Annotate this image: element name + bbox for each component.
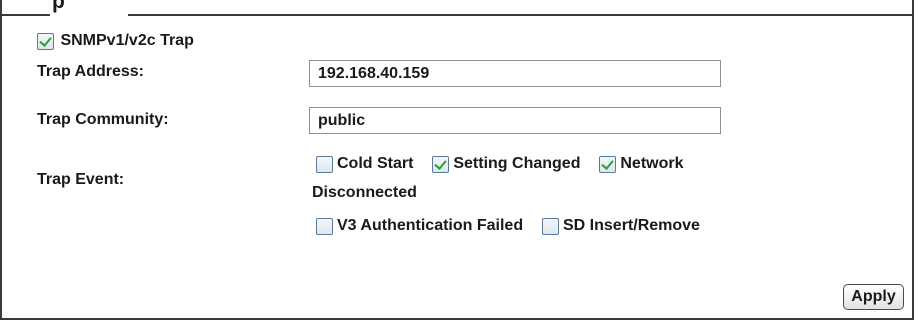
trap-address-label: Trap Address: <box>37 63 144 80</box>
sd-insert-remove-label: SD Insert/Remove <box>563 217 700 234</box>
event-network-disconnected[interactable]: Network <box>599 155 684 173</box>
trap-community-label: Trap Community: <box>37 111 169 128</box>
cold-start-checkbox[interactable] <box>316 155 333 173</box>
setting-changed-label: Setting Changed <box>453 155 581 172</box>
network-label: Network <box>620 155 684 172</box>
section-title-fragment: p <box>52 0 76 13</box>
apply-button[interactable]: Apply <box>843 284 904 310</box>
setting-changed-checkbox[interactable] <box>432 155 450 173</box>
panel-top-border <box>0 14 914 16</box>
trap-event-label: Trap Event: <box>37 171 125 188</box>
v3-auth-failed-checkbox[interactable] <box>316 217 333 235</box>
network-disconnected-checkbox[interactable] <box>599 155 617 173</box>
cold-start-label: Cold Start <box>337 155 414 172</box>
sd-insert-remove-checkbox[interactable] <box>542 217 559 235</box>
snmp-trap-label: SNMPv1/v2c Trap <box>60 32 194 49</box>
snmp-trap-checkbox-row[interactable]: SNMPv1/v2c Trap <box>37 31 194 51</box>
disconnected-label: Disconnected <box>312 184 417 201</box>
trap-event-row-1: Cold Start Setting Changed Network <box>316 154 684 174</box>
section-title-text: p <box>52 0 65 13</box>
snmp-trap-checkbox[interactable] <box>37 32 54 50</box>
v3-auth-failed-label: V3 Authentication Failed <box>337 217 524 234</box>
trap-address-input[interactable] <box>309 60 721 87</box>
event-v3-auth-failed[interactable]: V3 Authentication Failed <box>316 217 528 235</box>
event-sd-insert-remove[interactable]: SD Insert/Remove <box>542 217 700 235</box>
event-cold-start[interactable]: Cold Start <box>316 155 418 173</box>
trap-community-input[interactable] <box>309 107 721 134</box>
trap-event-row-2: V3 Authentication Failed SD Insert/Remov… <box>316 216 700 236</box>
event-setting-changed[interactable]: Setting Changed <box>432 155 585 173</box>
